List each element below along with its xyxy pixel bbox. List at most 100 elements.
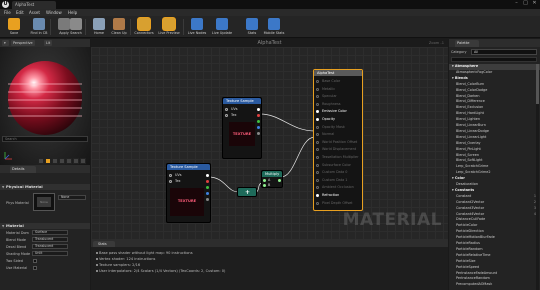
perspective-button[interactable]: Perspective — [11, 40, 35, 46]
result-pin-pixel-depth-offset[interactable]: Pixel Depth Offset — [314, 201, 362, 206]
category-physical-material[interactable]: ▼ Physical Material — [0, 184, 90, 190]
alphatest-result-node[interactable]: AlphaTest Base Color Metallic Specular Roug… — [313, 69, 363, 211]
toolbar-live-nodes-button[interactable]: Live Nodes — [185, 17, 209, 37]
result-pin-specular[interactable]: Specular — [314, 94, 362, 99]
mesh-shape-icon[interactable] — [66, 158, 72, 164]
stat-line: Base pass shader without light map: 90 i… — [96, 251, 193, 255]
blend-mode-label: Blend Mode — [6, 238, 26, 242]
live-update-icon — [216, 18, 228, 30]
result-pin-roughness[interactable]: Roughness — [314, 102, 362, 107]
category-label: Category — [451, 50, 467, 54]
pin-uvs[interactable]: UVs — [167, 173, 210, 178]
pin-tex[interactable]: Tex — [223, 113, 261, 118]
toolbar-button-label: Stats — [247, 31, 257, 35]
result-pin-normal[interactable]: Normal — [314, 132, 362, 137]
collapse-arrow-icon: ▼ — [2, 185, 5, 189]
scroll-thumb[interactable] — [536, 64, 539, 104]
category-material[interactable]: ▼ Material — [0, 223, 90, 229]
result-pin-emissive-color[interactable]: Emissive Color — [314, 109, 362, 114]
result-pin-base-color[interactable]: Base Color — [314, 79, 362, 84]
use-material-checkbox[interactable] — [33, 266, 37, 270]
toolbar-find-in-cb-button[interactable]: Find in CB — [27, 17, 51, 37]
document-tab-label: AlphaTest — [15, 2, 35, 7]
menu-edit[interactable]: Edit — [16, 9, 24, 16]
toolbar: Save Find in CB Apply Search Home Clean Up Con… — [0, 16, 540, 38]
maximize-button[interactable]: □ — [521, 0, 530, 7]
result-pin-tessellation-multiplier[interactable]: Tessellation Multiplier — [314, 155, 362, 160]
node-title: Multiply — [262, 171, 282, 177]
result-pin-custom-data-1[interactable]: Custom Data 1 — [314, 178, 362, 183]
material-watermark: MATERIAL — [342, 210, 442, 230]
cylinder-shape-icon[interactable] — [38, 158, 44, 164]
shading-model-dropdown[interactable]: Unlit — [32, 251, 68, 256]
texture-preview: TEXTURE — [229, 122, 255, 146]
add-node[interactable]: + — [237, 187, 257, 197]
lit-button[interactable]: Lit — [44, 40, 53, 46]
viewport-options-button[interactable]: ▾ — [2, 40, 9, 46]
result-pin-custom-data-0[interactable]: Custom Data 0 — [314, 170, 362, 175]
toolbar-live-preview-button[interactable]: Live Preview — [157, 17, 181, 37]
toolbar-mobile-stats-button[interactable]: Mobile Stats — [262, 17, 286, 37]
toolbar-button-label: Find in CB — [30, 31, 48, 35]
sphere-shape-icon[interactable] — [45, 158, 51, 164]
palette-search-input[interactable] — [451, 57, 537, 62]
viewport-toolbar: ▾ Perspective Lit — [0, 39, 90, 47]
texture-sample-node-2[interactable]: Texture Sample UVs Tex TEXTURE — [166, 163, 211, 223]
palette-tab[interactable]: Palette — [455, 40, 479, 47]
plane-shape-icon[interactable] — [52, 158, 58, 164]
palette-list[interactable]: ▾ Atmosphere AtmosphericFogColor ▾ Blends B… — [449, 64, 540, 290]
close-button[interactable]: ✕ — [530, 0, 539, 7]
palette-tab-bar: Palette — [449, 39, 540, 47]
multiply-node[interactable]: Multiply A B — [261, 170, 283, 188]
result-pin-metallic[interactable]: Metallic — [314, 87, 362, 92]
palette-item[interactable]: PrecomputedAOMask — [449, 282, 540, 288]
result-pin-opacity[interactable]: Opacity — [314, 117, 362, 122]
toolbar-live-update-button[interactable]: Live Update — [210, 17, 234, 37]
result-pin-world-displacement[interactable]: World Displacement — [314, 147, 362, 152]
menu-file[interactable]: File — [4, 9, 11, 16]
result-pin-world-position-offset[interactable]: World Position Offset — [314, 140, 362, 145]
material-graph-canvas[interactable]: MATERIAL Texture Sample UVs Tex TEXTURE … — [91, 39, 448, 240]
grid-toggle-icon[interactable] — [80, 158, 86, 164]
left-panel: ▾ Perspective Lit Details Search ▼ Physi… — [0, 39, 90, 290]
wire-tex1-to-emissive — [259, 113, 316, 132]
live-preview-icon — [163, 18, 175, 30]
details-tab-bar: Details — [0, 165, 90, 173]
toolbar-stats-button[interactable]: Stats — [240, 17, 264, 37]
pin-uvs[interactable]: UVs — [223, 107, 261, 112]
result-pin-ambient-occlusion[interactable]: Ambient Occlusion — [314, 185, 362, 190]
toolbar-button-label: Mobile Stats — [263, 31, 285, 35]
palette-scrollbar[interactable] — [536, 64, 539, 290]
toolbar-save-button[interactable]: Save — [2, 17, 26, 37]
menu-bar: File Edit Asset Window Help — [0, 9, 540, 16]
texture-sample-node-1[interactable]: Texture Sample UVs Tex TEXTURE — [222, 97, 262, 159]
details-tab[interactable]: Details — [10, 166, 36, 173]
zoom-level: Zoom -1 — [428, 41, 444, 45]
cube-shape-icon[interactable] — [59, 158, 65, 164]
minimize-button[interactable]: – — [512, 0, 521, 7]
add-icon: + — [245, 189, 251, 196]
material-domain-dropdown[interactable]: Surface — [32, 230, 68, 235]
details-search-input[interactable]: Search — [2, 136, 88, 142]
decal-blend-dropdown[interactable]: Translucent — [32, 244, 68, 249]
node-title: Texture Sample — [223, 98, 261, 104]
blend-mode-dropdown[interactable]: Translucent — [32, 237, 68, 242]
document-tab[interactable]: AlphaTest — [12, 1, 56, 9]
toolbar-clean-up-button[interactable]: Clean Up — [107, 17, 131, 37]
preview-viewport[interactable] — [0, 47, 90, 165]
phys-material-dropdown[interactable]: None — [58, 195, 86, 200]
result-pin-refraction[interactable]: Refraction — [314, 193, 362, 198]
teapot-shape-icon[interactable] — [73, 158, 79, 164]
menu-help[interactable]: Help — [68, 9, 77, 16]
two-sided-checkbox[interactable] — [33, 259, 37, 263]
menu-window[interactable]: Window — [46, 9, 62, 16]
category-dropdown[interactable]: All — [471, 49, 537, 55]
stats-icon — [246, 18, 258, 30]
result-pin-subsurface-color[interactable]: Subsurface Color — [314, 163, 362, 168]
toolbar-connectors-button[interactable]: Connectors — [132, 17, 156, 37]
toolbar-button-label: Connectors — [134, 31, 154, 35]
phys-material-thumbnail[interactable]: None — [33, 193, 55, 211]
result-pin-opacity-mask[interactable]: Opacity Mask — [314, 125, 362, 130]
menu-asset[interactable]: Asset — [29, 9, 40, 16]
pin-tex[interactable]: Tex — [167, 179, 210, 184]
